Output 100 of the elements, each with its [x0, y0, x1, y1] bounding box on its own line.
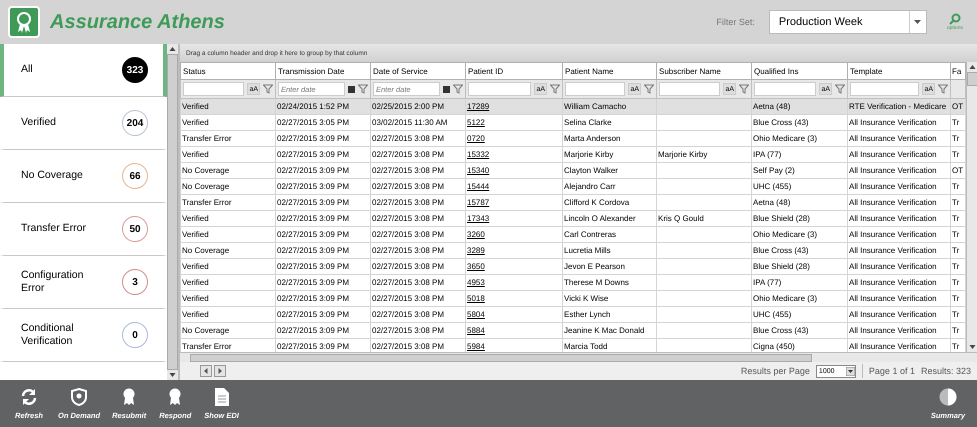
patient-id-link[interactable]: 5804: [467, 310, 485, 319]
calendar-icon[interactable]: [348, 86, 355, 92]
calendar-icon[interactable]: [443, 86, 450, 92]
table-cell: All Insurance Verification: [849, 278, 937, 287]
filter-field[interactable]: [659, 82, 720, 96]
filter-field[interactable]: [565, 82, 626, 96]
patient-id-link[interactable]: 15340: [467, 166, 490, 175]
table-cell: 02/27/2015 3:05 PM: [277, 118, 350, 127]
patient-id-link[interactable]: 3289: [467, 246, 485, 255]
page-info: Page 1 of 1: [868, 366, 915, 376]
table-row[interactable]: Verified 02/27/2015 3:09 PM 02/27/2015 3:08 PM 3650 Jevon E Pearson Blue Shield (28) All Insurance Verification Tr: [180, 258, 966, 274]
patient-id-link[interactable]: 3260: [467, 230, 485, 239]
filter-icon[interactable]: [550, 84, 560, 94]
column-header[interactable]: Date of Service: [370, 62, 466, 80]
caret-icon: [846, 366, 855, 376]
shield-icon: [71, 388, 88, 406]
table-cell: 02/27/2015 3:08 PM: [372, 198, 444, 207]
patient-id-link[interactable]: 5018: [467, 294, 485, 303]
sidebar-item[interactable]: Transfer Error 50: [0, 203, 167, 256]
table-row[interactable]: Verified 02/27/2015 3:09 PM 02/27/2015 3:08 PM 17343 Lincoln O Alexander Kris Q Gould Blue Shield (28) All Insurance Verification Tr: [180, 210, 966, 226]
filter-field[interactable]: [850, 82, 920, 96]
patient-id-link[interactable]: 5122: [467, 118, 485, 127]
filter-icon[interactable]: [644, 84, 654, 94]
column-header[interactable]: Qualified Ins: [752, 62, 848, 80]
patient-id-link[interactable]: 15444: [467, 182, 490, 191]
column-header[interactable]: Fa: [950, 62, 966, 80]
patient-id-link[interactable]: 17289: [467, 102, 490, 111]
next-page-icon[interactable]: [214, 365, 226, 377]
patient-id-link[interactable]: 15332: [467, 150, 490, 159]
column-header[interactable]: Patient Name: [562, 62, 656, 80]
patient-id-link[interactable]: 5984: [467, 342, 485, 351]
patient-id-link[interactable]: 3650: [467, 262, 485, 271]
table-row[interactable]: Transfer Error 02/27/2015 3:09 PM 02/27/2015 3:08 PM 0720 Marta Anderson Ohio Medicare (3) All Insurance Verification Tr: [180, 130, 966, 146]
patient-id-link[interactable]: 5884: [467, 326, 485, 335]
table-row[interactable]: Verified 02/27/2015 3:09 PM 02/27/2015 3:08 PM 4953 Therese M Downs IPA (77) All Insurance Verification Tr: [180, 274, 966, 290]
table-cell: Tr: [952, 326, 960, 335]
filter-icon[interactable]: [358, 84, 368, 94]
patient-id-link[interactable]: 4953: [467, 278, 485, 287]
table-cell: Verified: [182, 150, 209, 159]
filter-icon[interactable]: [739, 84, 749, 94]
filter-field[interactable]: [183, 82, 244, 96]
previous-page-icon[interactable]: [200, 365, 212, 377]
sidebar-item[interactable]: No Coverage 66: [0, 150, 167, 203]
table-row[interactable]: Verified 02/27/2015 3:05 PM 03/02/2015 11:30 AM 5122 Selina Clarke Blue Cross (43) All Insurance Verification Tr: [180, 114, 966, 130]
patient-id-link[interactable]: 0720: [467, 134, 485, 143]
table-row[interactable]: No Coverage 02/27/2015 3:09 PM 02/27/2015 3:08 PM 3289 Lucretia Mills Blue Cross (43) All Insurance Verification Tr: [180, 242, 966, 258]
filter-icon[interactable]: [938, 84, 948, 94]
column-header[interactable]: Template: [848, 62, 950, 80]
scroll-thumb[interactable]: [190, 354, 812, 362]
scrollbar[interactable]: [180, 352, 977, 362]
table-cell: 02/27/2015 3:08 PM: [372, 246, 444, 255]
table-cell: OT: [952, 102, 964, 111]
table-cell: Tr: [952, 150, 960, 159]
column-header[interactable]: Subscriber Name: [656, 62, 752, 80]
filter-field[interactable]: [468, 82, 532, 96]
document-icon: [214, 388, 229, 406]
table-cell: Aetna (48): [753, 102, 790, 111]
table-row[interactable]: Verified 02/27/2015 3:09 PM 02/27/2015 3:08 PM 15332 Marjorie Kirby Marjorie Kirby IPA (77) All Insurance Verification Tr: [180, 146, 966, 162]
table-row[interactable]: No Coverage 02/27/2015 3:09 PM 02/27/2015 3:08 PM 15340 Clayton Walker Self Pay (2) All Insurance Verification OT: [180, 162, 966, 178]
scrollbar[interactable]: [966, 62, 977, 352]
table-cell: 02/27/2015 3:08 PM: [372, 230, 444, 239]
table-cell: Blue Cross (43): [753, 118, 809, 127]
table-cell: Tr: [952, 342, 960, 351]
table-row[interactable]: No Coverage 02/27/2015 3:09 PM 02/27/2015 3:08 PM 5884 Jeanine K Mac Donald Blue Cross (43) All Insurance Verification Tr: [180, 322, 966, 338]
column-header[interactable]: Transmission Date: [276, 62, 370, 80]
table-row[interactable]: No Coverage 02/27/2015 3:09 PM 02/27/2015 3:08 PM 15444 Alejandro Carr UHC (455) All Insurance Verification Tr: [180, 178, 966, 194]
table-row[interactable]: Verified 02/27/2015 3:09 PM 02/27/2015 3:08 PM 5018 Vicki K Wise Ohio Medicare (3) All Insurance Verification Tr: [180, 290, 966, 306]
column-header[interactable]: Patient ID: [466, 62, 562, 80]
app-title: Assurance Athens: [50, 10, 225, 34]
table-cell: UHC (455): [753, 310, 792, 319]
table-cell: Ohio Medicare (3): [753, 134, 818, 143]
count-badge: 323: [122, 57, 148, 83]
table-cell: 02/27/2015 3:09 PM: [277, 262, 350, 271]
table-cell: 02/27/2015 3:08 PM: [372, 134, 444, 143]
sidebar-item[interactable]: Verified 204: [0, 97, 167, 150]
filter-icon[interactable]: [453, 84, 463, 94]
filter-set-dropdown[interactable]: Production Week: [768, 10, 927, 34]
patient-id-link[interactable]: 15787: [467, 198, 490, 207]
table-cell: No Coverage: [182, 246, 230, 255]
filter-icon[interactable]: [263, 84, 273, 94]
table-cell: Transfer Error: [182, 198, 232, 207]
sidebar-item[interactable]: Configuration Error 3: [0, 256, 167, 309]
table-row[interactable]: Verified 02/27/2015 3:09 PM 02/27/2015 3:08 PM 5804 Esther Lynch UHC (455) All Insurance Verification Tr: [180, 306, 966, 322]
scroll-thumb[interactable]: [967, 72, 977, 86]
table-cell: OT: [952, 166, 964, 175]
patient-id-link[interactable]: 17343: [467, 214, 490, 223]
table-cell: 02/27/2015 3:08 PM: [372, 166, 444, 175]
table-cell: RTE Verification - Medicare: [849, 102, 946, 111]
table-row[interactable]: Transfer Error 02/27/2015 3:09 PM 02/27/2015 3:08 PM 15787 Clifford K Cordova Aetna (48) All Insurance Verification Tr: [180, 194, 966, 210]
table-cell: Jeanine K Mac Donald: [564, 326, 644, 335]
filter-field[interactable]: [754, 82, 816, 96]
table-cell: All Insurance Verification: [849, 294, 937, 303]
table-cell: Selina Clarke: [564, 118, 612, 127]
sidebar-item[interactable]: Conditional Verification 0: [0, 309, 167, 362]
column-header[interactable]: Status: [180, 62, 276, 80]
table-row[interactable]: Verified 02/24/2015 1:52 PM 02/25/2015 2:00 PM 17289 William Camacho Aetna (48) RTE Verification - Medicare OT: [180, 98, 966, 114]
table-cell: 02/27/2015 3:09 PM: [277, 134, 350, 143]
filter-icon[interactable]: [835, 84, 845, 94]
table-cell: Verified: [182, 262, 209, 271]
table-row[interactable]: Verified 02/27/2015 3:09 PM 02/27/2015 3:08 PM 3260 Carl Contreras Ohio Medicare (3) All Insurance Verification Tr: [180, 226, 966, 242]
